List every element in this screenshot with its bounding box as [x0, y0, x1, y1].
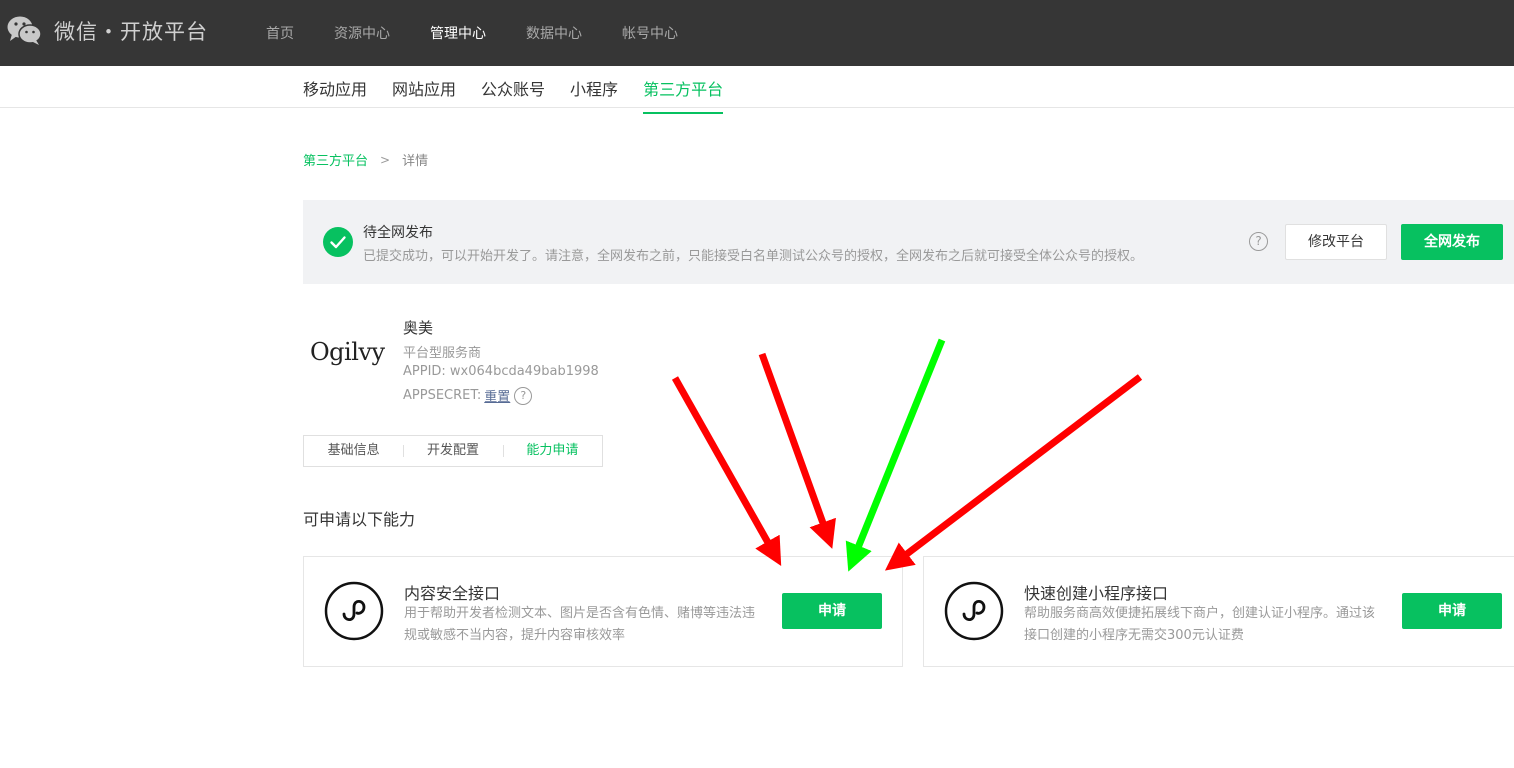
capability-card: 快速创建小程序接口 帮助服务商高效便捷拓展线下商户，创建认证小程序。通过该接口创…: [923, 556, 1514, 667]
capability-card: 内容安全接口 用于帮助开发者检测文本、图片是否含有色情、赌博等违法违规或敏感不当…: [303, 556, 903, 667]
nav-management[interactable]: 管理中心: [430, 23, 486, 43]
red-arrow: [671, 376, 782, 566]
tab-third-party-platform[interactable]: 第三方平台: [643, 76, 724, 114]
platform-appid: APPID: wx064bcda49bab1998: [403, 364, 599, 379]
breadcrumb-parent-link[interactable]: 第三方平台: [303, 150, 368, 169]
card-description: 用于帮助开发者检测文本、图片是否含有色情、赌博等违法违规或敏感不当内容，提升内容…: [404, 606, 756, 643]
help-icon[interactable]: ?: [514, 386, 533, 405]
wechat-logo-icon[interactable]: [6, 14, 42, 46]
success-check-icon: [323, 227, 353, 257]
platform-name: 奥美: [403, 319, 434, 337]
section-title: 可申请以下能力: [303, 510, 416, 529]
platform-appsecret: APPSECRET: 重置 ?: [403, 386, 533, 405]
appsecret-label: APPSECRET:: [403, 388, 482, 403]
tab-basic-info[interactable]: 基础信息: [304, 436, 403, 466]
reset-secret-link[interactable]: 重置: [484, 386, 510, 405]
card-title: 内容安全接口: [404, 584, 501, 603]
tab-dev-config[interactable]: 开发配置: [403, 436, 502, 466]
card-description: 帮助服务商高效便捷拓展线下商户，创建认证小程序。通过该接口创建的小程序无需交30…: [1024, 606, 1376, 643]
breadcrumb-separator: >: [380, 152, 391, 167]
tab-official-account[interactable]: 公众账号: [481, 76, 545, 114]
mini-program-icon: [324, 581, 384, 641]
brand-title[interactable]: 微信・开放平台: [54, 16, 208, 46]
tab-website-app[interactable]: 网站应用: [392, 76, 456, 114]
notice-description: 已提交成功，可以开始开发了。请注意，全网发布之前，只能接受白名单测试公众号的授权…: [363, 249, 1144, 264]
apply-button[interactable]: 申请: [1402, 593, 1502, 629]
top-nav: 首页 资源中心 管理中心 数据中心 帐号中心: [266, 23, 718, 43]
red-arrow: [758, 352, 836, 549]
nav-data[interactable]: 数据中心: [526, 23, 582, 43]
breadcrumb-current: 详情: [402, 154, 429, 169]
nav-account[interactable]: 帐号中心: [622, 23, 678, 43]
modify-platform-button[interactable]: 修改平台: [1285, 224, 1387, 260]
nav-resources[interactable]: 资源中心: [334, 23, 390, 43]
sub-nav: 移动应用 网站应用 公众账号 小程序 第三方平台: [0, 66, 1514, 114]
detail-tabs: 基础信息 开发配置 能力申请: [303, 435, 603, 467]
notice-title: 待全网发布: [363, 225, 433, 241]
mini-program-icon: [944, 581, 1004, 641]
apply-button[interactable]: 申请: [782, 593, 882, 629]
breadcrumb: 第三方平台 > 详情: [303, 150, 429, 170]
green-arrow: [845, 338, 946, 572]
tab-mini-program[interactable]: 小程序: [570, 76, 618, 114]
platform-logo: Ogilvy: [310, 338, 385, 366]
nav-home[interactable]: 首页: [266, 23, 294, 43]
top-bar: 微信・开放平台 首页 资源中心 管理中心 数据中心 帐号中心: [0, 0, 1514, 66]
publish-all-button[interactable]: 全网发布: [1401, 224, 1503, 260]
platform-type: 平台型服务商: [403, 346, 482, 361]
help-icon[interactable]: ?: [1249, 232, 1268, 251]
status-notice: 待全网发布 已提交成功，可以开始开发了。请注意，全网发布之前，只能接受白名单测试…: [303, 200, 1514, 284]
card-title: 快速创建小程序接口: [1024, 584, 1169, 603]
tab-capability-apply[interactable]: 能力申请: [502, 436, 602, 466]
red-arrow: [884, 374, 1143, 571]
tab-mobile-app[interactable]: 移动应用: [303, 76, 367, 114]
